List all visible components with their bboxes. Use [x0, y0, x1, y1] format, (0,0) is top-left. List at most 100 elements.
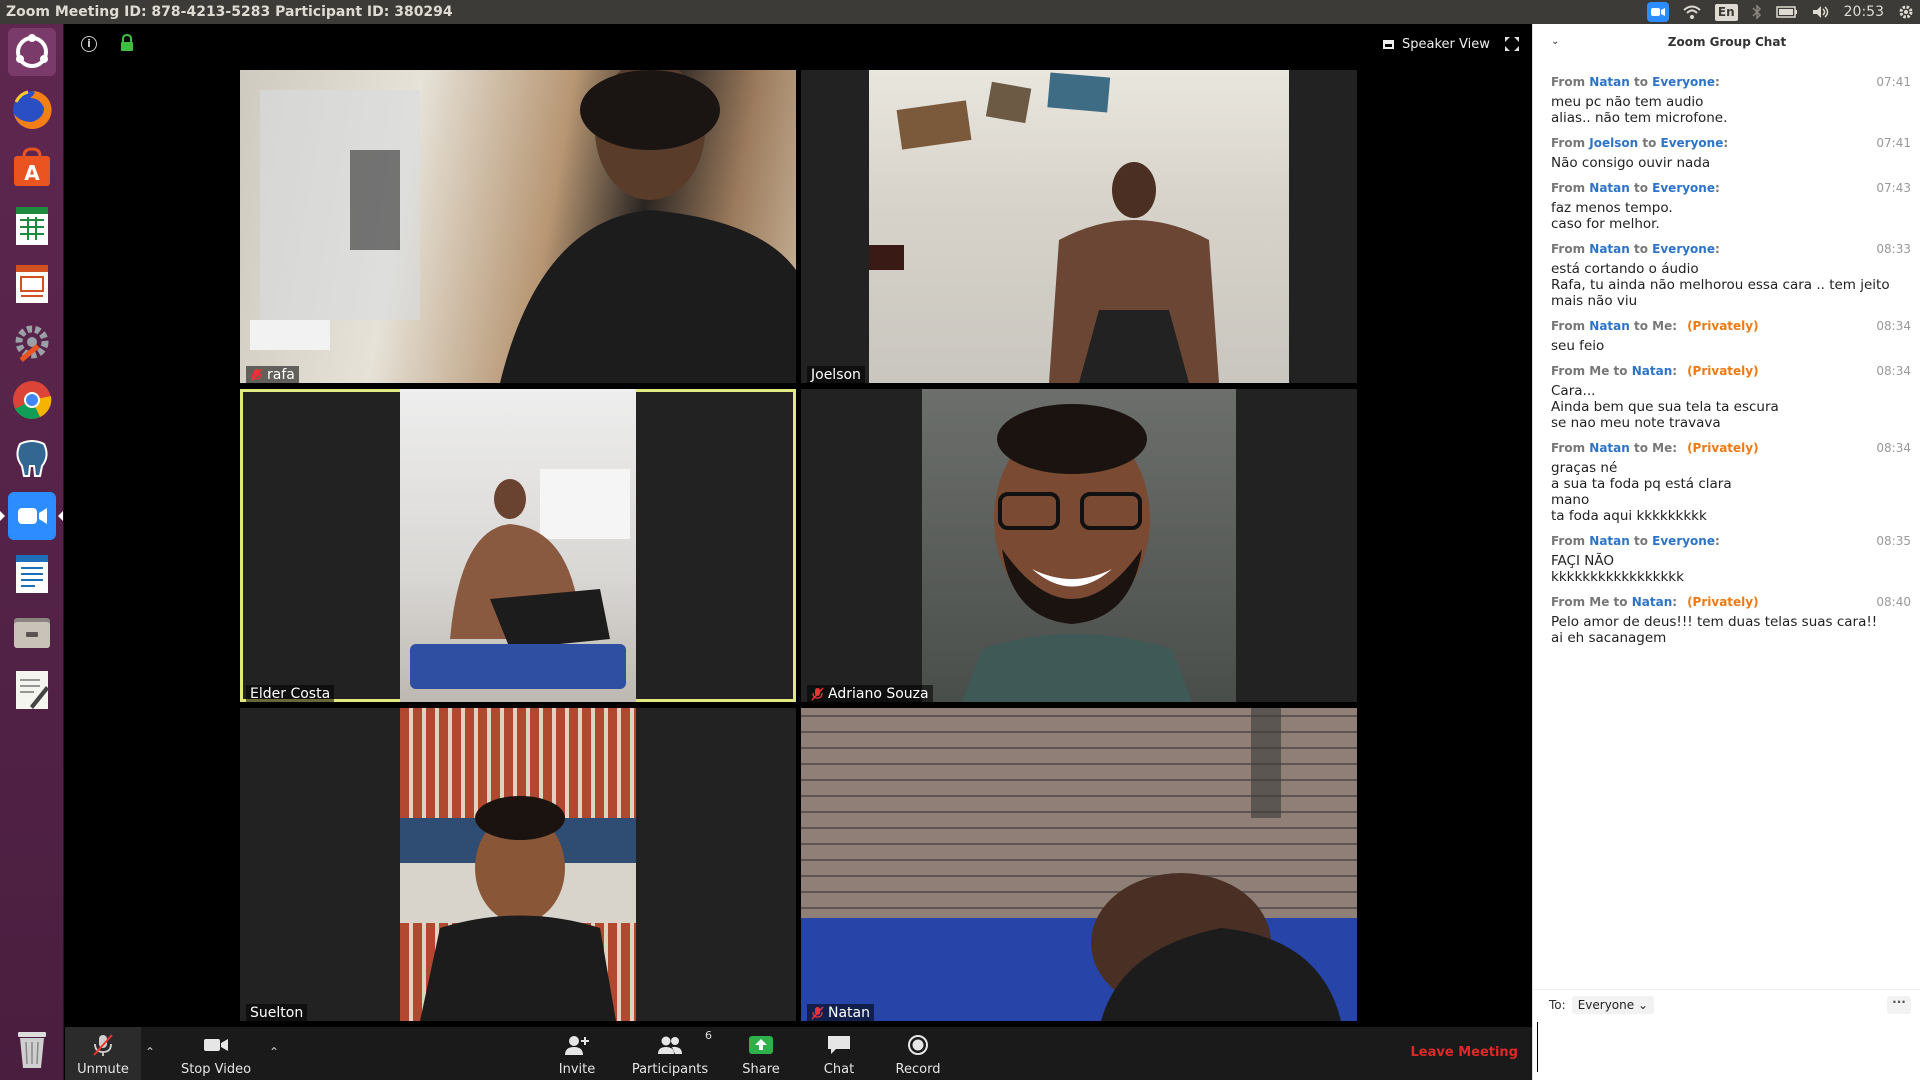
from-label: From [1551, 595, 1590, 609]
firefox-icon[interactable] [8, 86, 56, 134]
sender-name: Joelson [1589, 136, 1639, 150]
participant-name: Elder Costa [250, 686, 331, 702]
participant-name: Suelton [250, 1005, 304, 1021]
message-text: Não consigo ouvir nada [1551, 155, 1711, 171]
leave-meeting-button[interactable]: Leave Meeting [1411, 1045, 1519, 1060]
software-center-icon[interactable]: A [8, 144, 56, 192]
muted-microphone-icon [811, 687, 824, 701]
zoom-icon[interactable] [1646, 2, 1669, 22]
window-title: Zoom Meeting ID: 878-4213-5283 Participa… [6, 4, 453, 20]
message-time: 08:34 [1876, 441, 1911, 455]
recipient-name: Everyone [1660, 136, 1724, 150]
message-text: Cara... Ainda bem que sua tela ta escura… [1551, 383, 1779, 431]
from-label: From [1551, 441, 1590, 455]
participant-tile[interactable]: Suelton [240, 708, 796, 1021]
chat-message-private: From Me to Natan: (Privately) 08:34 Cara… [1533, 363, 1920, 431]
chat-more-options-button[interactable]: ··· [1887, 996, 1911, 1014]
chat-button[interactable]: Chat [807, 1027, 871, 1080]
video-options-caret-icon[interactable]: ⌃ [269, 1045, 279, 1059]
fullscreen-icon[interactable] [1505, 36, 1519, 51]
participant-tile[interactable]: rafa [240, 70, 796, 383]
message-text: seu feio [1551, 338, 1605, 354]
share-button[interactable]: Share [729, 1027, 793, 1080]
collapse-chevron-icon[interactable]: ⌄ [1551, 36, 1559, 47]
zoom-icon[interactable] [8, 492, 56, 540]
chat-message-header: From Natan to Me: (Privately) 08:34 [1551, 318, 1911, 334]
recipient-name: Natan [1631, 364, 1673, 378]
sender-name: Natan [1589, 75, 1630, 89]
recipient-value: Everyone [1577, 997, 1635, 1012]
participants-button[interactable]: Participants [623, 1027, 717, 1080]
bluetooth-icon[interactable] [1752, 3, 1762, 21]
to-label: to [1609, 595, 1632, 609]
language-indicator[interactable]: En [1714, 3, 1738, 21]
chat-message-input[interactable] [1537, 1022, 1917, 1072]
battery-icon[interactable] [1775, 3, 1798, 21]
add-user-icon [562, 1032, 592, 1058]
video-frame-graphic [869, 72, 1219, 383]
system-top-bar: Zoom Meeting ID: 878-4213-5283 Participa… [0, 0, 1920, 24]
invite-button[interactable]: Invite [547, 1027, 607, 1080]
participant-video [801, 708, 1357, 1021]
participant-tile[interactable]: Natan [801, 708, 1357, 1021]
participant-tile[interactable]: Joelson [801, 70, 1357, 383]
file-manager-icon[interactable] [8, 608, 56, 656]
recipient-name: Everyone [1652, 75, 1715, 89]
chat-message: From Natan to Everyone: 08:33 está corta… [1533, 241, 1920, 309]
participant-video [400, 708, 636, 1021]
stop-video-button[interactable]: Stop Video [161, 1027, 271, 1080]
presentation-icon[interactable] [8, 260, 56, 308]
chevron-down-icon: ⌄ [1637, 997, 1649, 1012]
participant-name-tag: Natan [807, 1004, 874, 1021]
chat-message-header: From Natan to Everyone: 07:41 [1551, 74, 1911, 90]
speaker-view-button[interactable]: Speaker View [1383, 32, 1490, 56]
to-label: to [1629, 319, 1653, 333]
system-settings-icon[interactable] [8, 318, 56, 366]
to-label: to [1629, 181, 1653, 195]
to-label: to [1638, 136, 1661, 150]
share-screen-icon [746, 1032, 776, 1058]
meeting-toolbar: Unmute ⌃ Stop Video ⌃ Invite Participant… [65, 1027, 1532, 1080]
unmute-button[interactable]: Unmute [65, 1027, 141, 1080]
sender-name: Natan [1589, 534, 1630, 548]
trash-icon[interactable] [8, 1024, 56, 1072]
recipient-name: Me [1652, 319, 1673, 333]
participant-name-tag: rafa [246, 366, 299, 383]
participant-tile-active-speaker[interactable]: Elder Costa [240, 389, 796, 702]
clock[interactable]: 20:53 [1844, 3, 1884, 21]
record-button[interactable]: Record [883, 1027, 953, 1080]
message-time: 07:41 [1876, 136, 1911, 150]
active-app-indicator [0, 511, 5, 521]
meeting-video-area: i Speaker View rafa Joelson Elder Costa … [65, 24, 1532, 1027]
settings-gear-icon[interactable] [1898, 3, 1914, 21]
to-label: to [1629, 242, 1653, 256]
chat-message-header: From Natan to Me: (Privately) 08:34 [1551, 440, 1911, 456]
ubuntu-logo-icon[interactable] [8, 28, 56, 76]
audio-options-caret-icon[interactable]: ⌃ [145, 1045, 155, 1059]
to-label: to [1609, 364, 1632, 378]
speaker-view-label: Speaker View [1402, 36, 1490, 52]
recipient-dropdown[interactable]: Everyone ⌄ [1571, 995, 1655, 1014]
participant-name-tag: Adriano Souza [807, 685, 933, 702]
from-label: From [1551, 181, 1590, 195]
from-label: From [1551, 319, 1590, 333]
participant-tile[interactable]: Adriano Souza [801, 389, 1357, 702]
spreadsheet-icon[interactable] [8, 202, 56, 250]
sender-name: Natan [1589, 319, 1630, 333]
volume-icon[interactable] [1812, 3, 1830, 21]
sender-name: Natan [1589, 242, 1630, 256]
info-icon[interactable]: i [81, 36, 97, 52]
unmute-label: Unmute [77, 1062, 129, 1077]
participant-video [400, 389, 636, 702]
video-frame-graphic [250, 70, 796, 383]
muted-microphone-icon [88, 1032, 118, 1058]
pgadmin-elephant-icon[interactable] [8, 434, 56, 482]
document-writer-icon[interactable] [8, 550, 56, 598]
wifi-icon[interactable] [1683, 3, 1701, 21]
chrome-icon[interactable] [8, 376, 56, 424]
lock-icon[interactable] [119, 33, 135, 52]
message-time: 08:34 [1876, 364, 1911, 378]
text-editor-icon[interactable] [8, 666, 56, 714]
chat-recipient-row: To: Everyone ⌄ ··· [1533, 989, 1920, 1019]
private-badge: (Privately) [1687, 319, 1759, 333]
